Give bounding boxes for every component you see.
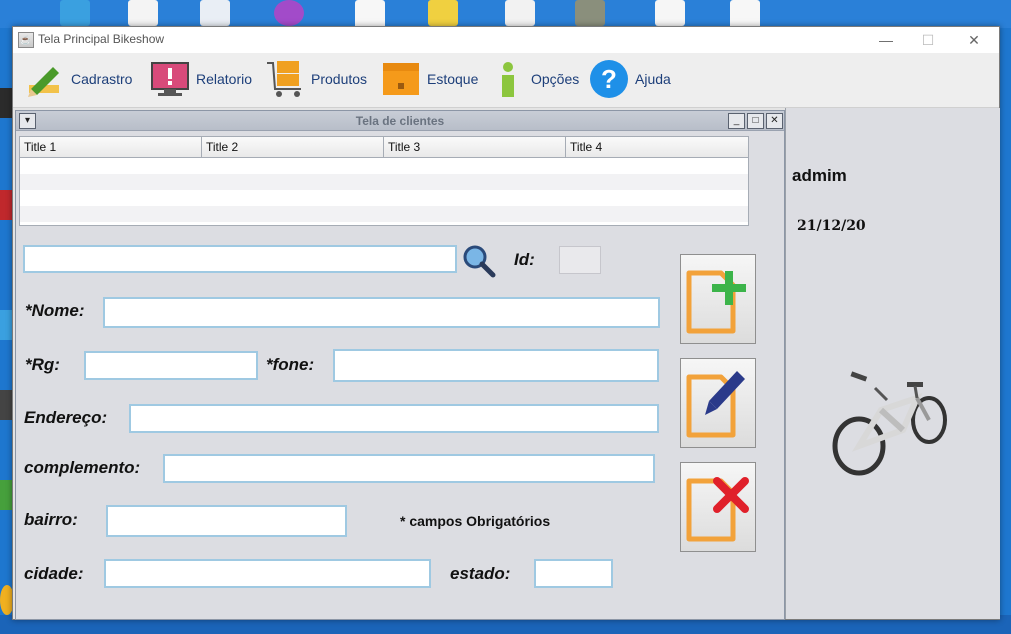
bairro-field[interactable] — [108, 507, 345, 535]
bairro-label: bairro: — [24, 510, 78, 529]
java-icon: ☕ — [18, 32, 34, 48]
clientes-table[interactable]: Title 1 Title 2 Title 3 Title 4 — [19, 136, 749, 226]
edit-button[interactable] — [680, 358, 756, 448]
menu-relatorio[interactable]: Relatorio — [150, 59, 252, 99]
column-header[interactable]: Title 2 — [202, 137, 384, 157]
id-field — [559, 246, 601, 274]
table-header: Title 1 Title 2 Title 3 Title 4 — [20, 137, 748, 158]
box-icon — [381, 59, 421, 99]
menu-opcoes[interactable]: Opções — [491, 59, 579, 99]
minimize-button[interactable]: — — [873, 30, 899, 50]
cidade-label: cidade: — [24, 564, 84, 583]
menu-produtos[interactable]: Produtos — [265, 59, 367, 99]
cidade-field[interactable] — [106, 561, 429, 586]
menu-bar: Cadrastro Relatorio Produtos Estoque Opç… — [13, 53, 999, 108]
ccleaner-icon[interactable] — [200, 0, 230, 26]
menu-label: Produtos — [311, 71, 368, 87]
delete-button[interactable] — [680, 462, 756, 552]
column-header[interactable]: Title 4 — [566, 137, 748, 157]
help-icon: ? — [589, 59, 629, 99]
fone-field[interactable] — [335, 351, 657, 380]
add-button[interactable] — [680, 254, 756, 344]
endereco-input[interactable] — [129, 404, 659, 433]
menu-cadrastro[interactable]: Cadrastro — [25, 59, 132, 99]
cidade-input[interactable] — [104, 559, 431, 588]
cart-boxes-icon — [265, 59, 305, 99]
column-header[interactable]: Title 1 — [20, 137, 202, 157]
main-window: ☕ Tela Principal Bikeshow — ☐ ✕ Cadrastr… — [12, 26, 1000, 620]
text-file-icon[interactable] — [655, 0, 685, 26]
file-icon[interactable] — [505, 0, 535, 26]
internal-frame-title: Tela de clientes — [355, 114, 445, 128]
complemento-label: complemento: — [24, 458, 141, 477]
rg-field[interactable] — [86, 353, 256, 378]
edge-icon[interactable] — [60, 0, 90, 26]
close-button[interactable]: ✕ — [961, 30, 987, 50]
internal-frame-title-bar[interactable]: ▾ Tela de clientes _ □ ✕ — [16, 111, 784, 131]
estado-field[interactable] — [536, 561, 611, 586]
shortcut-icon[interactable] — [428, 0, 458, 26]
monitor-alert-icon — [150, 59, 190, 99]
title-bar: ☕ Tela Principal Bikeshow — ☐ ✕ — [13, 27, 999, 53]
iconify-button[interactable]: _ — [728, 113, 745, 129]
desktop-icon-strip — [0, 0, 1011, 32]
estado-label: estado: — [450, 564, 511, 583]
desktop-pane: ▾ Tela de clientes _ □ ✕ Title 1 Title 2… — [13, 108, 1000, 620]
menu-label: Ajuda — [635, 71, 671, 87]
endereco-field[interactable] — [131, 406, 657, 431]
estado-input[interactable] — [534, 559, 613, 588]
add-document-icon — [686, 270, 746, 334]
maximize-frame-button[interactable]: □ — [747, 113, 764, 129]
complemento-input[interactable] — [163, 454, 655, 483]
date-label: 21/12/20 — [797, 218, 866, 234]
id-label: Id: — [514, 250, 535, 269]
info-icon — [491, 59, 525, 99]
maximize-button[interactable]: ☐ — [915, 30, 941, 50]
close-frame-button[interactable]: ✕ — [766, 113, 783, 129]
search-icon[interactable] — [462, 244, 496, 278]
window-title: Tela Principal Bikeshow — [38, 32, 165, 46]
nome-input[interactable] — [103, 297, 660, 328]
bicycle-icon — [831, 368, 956, 478]
menu-label: Estoque — [427, 71, 479, 87]
search-field[interactable] — [25, 247, 455, 271]
menu-label: Cadrastro — [71, 71, 133, 87]
side-panel: admim 21/12/20 — [785, 108, 1000, 619]
table-row[interactable] — [20, 174, 748, 190]
menu-label: Opções — [531, 71, 580, 87]
document-icon[interactable] — [128, 0, 158, 26]
username-label: admim — [792, 166, 847, 185]
column-header[interactable]: Title 3 — [384, 137, 566, 157]
clientes-internal-frame: ▾ Tela de clientes _ □ ✕ Title 1 Title 2… — [15, 110, 785, 620]
complemento-field[interactable] — [165, 456, 653, 481]
table-row[interactable] — [20, 158, 748, 174]
nome-field[interactable] — [105, 299, 658, 326]
edit-document-icon — [686, 371, 745, 438]
table-row[interactable] — [20, 206, 748, 222]
required-fields-note: * campos Obrigatórios — [400, 513, 551, 529]
menu-estoque[interactable]: Estoque — [381, 59, 478, 99]
fone-input[interactable] — [333, 349, 659, 382]
menu-ajuda[interactable]: ? Ajuda — [589, 59, 671, 99]
search-input[interactable] — [23, 245, 457, 273]
fone-label: *fone: — [266, 355, 315, 374]
github-icon[interactable] — [274, 0, 304, 26]
svg-text:?: ? — [601, 64, 617, 94]
remove-document-icon — [686, 477, 749, 542]
photo-icon[interactable] — [575, 0, 605, 26]
table-row[interactable] — [20, 190, 748, 206]
endereco-label: Endereço: — [24, 408, 108, 427]
rg-label: *Rg: — [25, 355, 60, 374]
menu-label: Relatorio — [196, 71, 253, 87]
bairro-input[interactable] — [106, 505, 347, 537]
nome-label: *Nome: — [25, 301, 85, 320]
pencil-icon — [25, 59, 65, 99]
rg-input[interactable] — [84, 351, 258, 380]
